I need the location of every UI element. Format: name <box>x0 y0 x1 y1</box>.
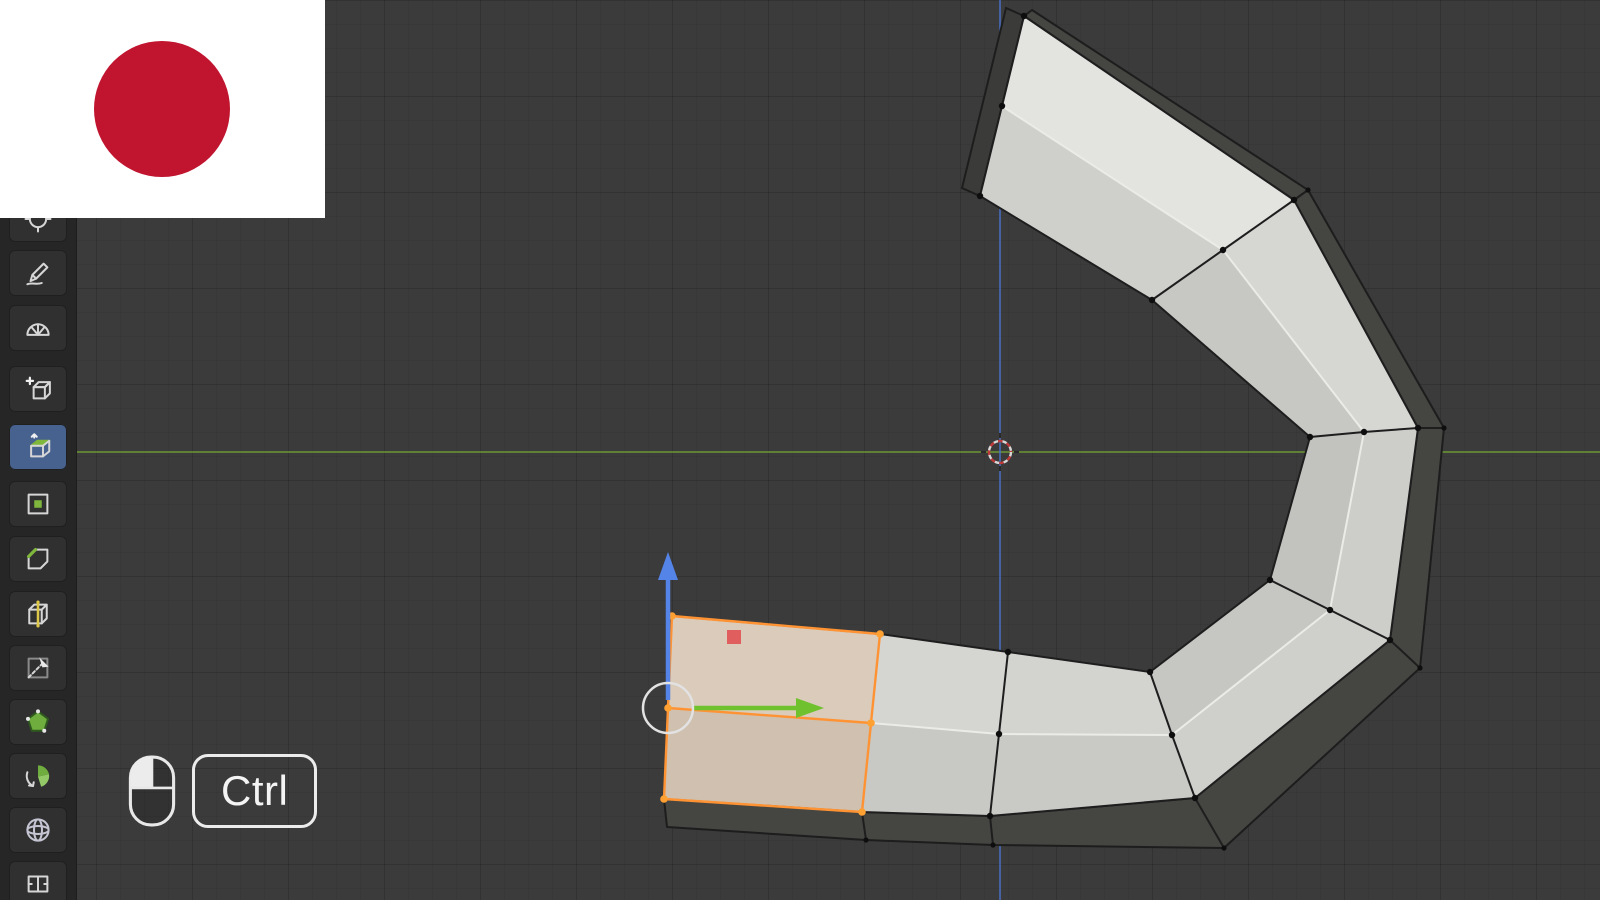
smooth-sphere-icon <box>26 818 50 842</box>
tool-poly-build[interactable] <box>9 699 67 745</box>
extrude-region-icon <box>30 433 51 458</box>
tool-extrude-region[interactable] <box>9 424 67 470</box>
tool-loop-cut[interactable] <box>9 591 67 637</box>
poly-build-icon <box>26 709 49 733</box>
gizmo-z-arrowhead[interactable] <box>658 552 678 580</box>
mesh-object[interactable] <box>641 6 1447 851</box>
japan-flag-overlay <box>0 0 325 218</box>
add-cube-icon <box>25 376 51 400</box>
mouse-left-click-icon <box>128 755 176 827</box>
tool-smooth[interactable] <box>9 807 67 853</box>
tool-knife[interactable] <box>9 645 67 691</box>
blender-3d-viewport: Ctrl <box>0 0 1600 900</box>
knife-icon <box>27 657 49 679</box>
measure-protractor-icon <box>26 323 50 336</box>
loop-cut-icon <box>28 600 48 628</box>
bevel-icon <box>27 548 49 570</box>
key-badge-ctrl: Ctrl <box>192 754 318 829</box>
inset-faces-icon <box>27 493 49 515</box>
gizmo-plane-handle[interactable] <box>727 630 741 644</box>
edge-slide-icon <box>27 875 49 893</box>
tool-bevel[interactable] <box>9 536 67 582</box>
tool-inset-faces[interactable] <box>9 481 67 527</box>
spin-icon <box>25 765 50 787</box>
tool-edge-slide[interactable] <box>9 861 67 900</box>
tool-spin[interactable] <box>9 753 67 799</box>
selected-segment[interactable] <box>660 612 884 816</box>
tool-measure[interactable] <box>9 305 67 351</box>
screencast-keys-overlay: Ctrl <box>128 754 318 829</box>
tool-add-cube[interactable] <box>9 366 67 412</box>
tool-annotate[interactable] <box>9 250 67 296</box>
annotate-pencil-icon <box>26 262 49 286</box>
flag-red-disc <box>94 41 230 177</box>
